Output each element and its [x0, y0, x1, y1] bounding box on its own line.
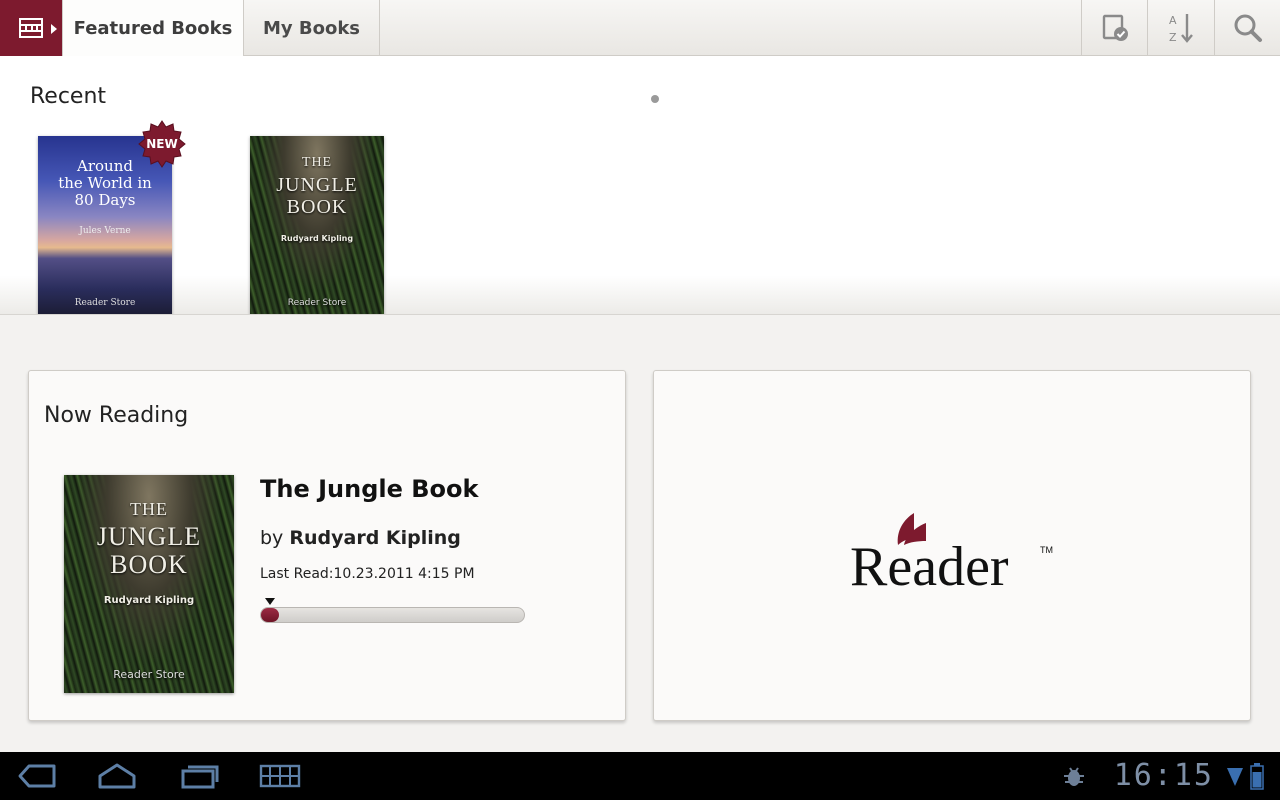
book-author-line: by Rudyard Kipling [260, 527, 461, 549]
now-reading-card[interactable]: Now Reading THE JUNGLE BOOK Rudyard Kipl… [28, 370, 626, 721]
status-clock: 16:15 [1113, 758, 1214, 793]
recent-apps-button[interactable] [176, 760, 222, 792]
reader-logo: Reader TM [850, 513, 1053, 591]
cover-title-line: BOOK [110, 550, 188, 579]
tab-featured-books[interactable]: Featured Books [62, 0, 244, 57]
sort-button[interactable]: A Z [1147, 0, 1213, 56]
cover-title-line: the World in [58, 174, 152, 192]
book-title: The Jungle Book [260, 475, 479, 503]
reader-promo-card[interactable]: Reader TM [653, 370, 1251, 721]
cover-publisher: Reader Store [74, 298, 136, 308]
book-jungle-book[interactable]: THE JUNGLE BOOK Rudyard Kipling Reader S… [250, 136, 384, 314]
dropdown-caret-icon [51, 24, 57, 34]
book-author: Rudyard Kipling [289, 527, 461, 549]
trademark-symbol: TM [1040, 545, 1053, 555]
cover-title-line: JUNGLE [276, 174, 358, 196]
menu-button[interactable] [256, 760, 304, 792]
reading-progress-bar [260, 598, 525, 623]
cover-title-line: THE [301, 155, 333, 170]
menu-grid-icon [259, 764, 301, 788]
battery-icon [1250, 763, 1264, 790]
search-icon [1234, 14, 1262, 42]
now-reading-heading: Now Reading [44, 403, 189, 428]
by-prefix: by [260, 527, 284, 549]
tab-label: Featured Books [73, 18, 233, 39]
cover-author: Rudyard Kipling [280, 234, 354, 243]
new-badge: NEW [138, 120, 186, 168]
cover-title: THE JUNGLE BOOK [250, 152, 384, 218]
tab-my-books[interactable]: My Books [244, 0, 380, 56]
tab-label: My Books [262, 17, 361, 39]
back-button[interactable] [14, 760, 60, 792]
cover-title-line: JUNGLE [96, 522, 202, 551]
home-button[interactable] [94, 760, 140, 792]
cover-publisher: Reader Store [113, 668, 185, 681]
page-indicator-dot [651, 95, 659, 103]
select-books-icon [1102, 14, 1128, 41]
recent-apps-icon [181, 765, 219, 789]
badge-label: NEW [146, 137, 178, 151]
recent-shelf: Recent Around the World in 80 Days Jules… [0, 56, 1280, 315]
reading-progress-fill [261, 608, 279, 622]
cover-author: Jules Verne [79, 226, 131, 236]
home-icon [98, 763, 136, 789]
action-bar: Featured Books My Books A Z [0, 0, 1280, 57]
system-navigation-bar: 16:15 [0, 752, 1280, 800]
wifi-icon [1227, 768, 1243, 786]
search-button[interactable] [1214, 0, 1280, 56]
reader-logo-text: Reader [850, 536, 1009, 591]
app-menu-button[interactable] [0, 0, 62, 56]
back-icon [18, 764, 56, 788]
last-read-timestamp: Last Read:10.23.2011 4:15 PM [260, 566, 475, 582]
usb-debug-icon [1064, 767, 1084, 786]
bookshelf-icon [19, 18, 43, 38]
cover-title-line: 80 Days [74, 191, 136, 209]
section-title-recent: Recent [30, 84, 107, 109]
cover-title: THE JUNGLE BOOK [64, 495, 234, 579]
cover-publisher: Reader Store [287, 298, 347, 308]
sort-az-icon: A Z [1169, 14, 1193, 44]
select-books-button[interactable] [1081, 0, 1147, 56]
progress-position-marker-icon [265, 598, 275, 605]
svg-text:A: A [1169, 14, 1177, 27]
cover-author: Rudyard Kipling [103, 595, 195, 606]
cover-title-line: THE [130, 499, 168, 519]
svg-text:Z: Z [1169, 31, 1177, 44]
now-reading-cover[interactable]: THE JUNGLE BOOK Rudyard Kipling Reader S… [64, 475, 234, 693]
cover-title-line: BOOK [286, 196, 348, 218]
